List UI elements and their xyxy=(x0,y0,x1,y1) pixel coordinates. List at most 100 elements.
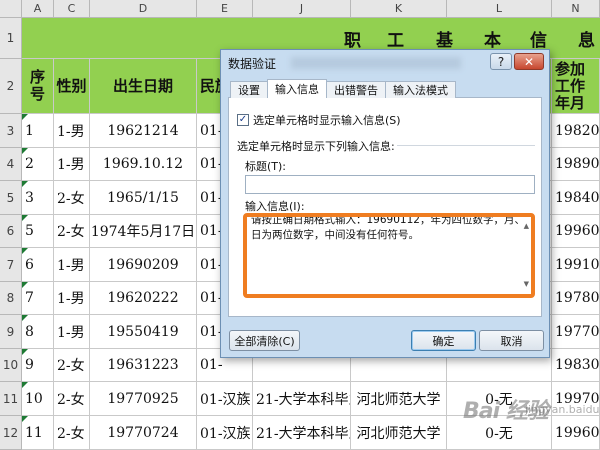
row-header[interactable]: 7 xyxy=(0,248,22,282)
column-header-c[interactable]: C xyxy=(54,0,90,18)
cell-work-year[interactable]: 199108 xyxy=(552,248,600,282)
cell-birth-date[interactable]: 19620222 xyxy=(90,282,197,315)
row-header[interactable]: 2 xyxy=(0,59,22,114)
cell-birth-date[interactable]: 19690209 xyxy=(90,248,197,282)
column-header-j[interactable]: J xyxy=(253,0,351,18)
cell-seq[interactable]: 5 xyxy=(22,215,54,248)
tab-input-message[interactable]: 输入信息 xyxy=(267,79,327,98)
row-header[interactable]: 1 xyxy=(0,18,22,59)
cell-seq[interactable]: 8 xyxy=(22,315,54,349)
cell-ethnic[interactable]: 01-汉族 xyxy=(197,416,253,450)
cell-gender[interactable]: 1-男 xyxy=(54,248,90,282)
column-header-k[interactable]: K xyxy=(351,0,447,18)
cell-gender[interactable]: 2-女 xyxy=(54,215,90,248)
cell-birth-date[interactable]: 19770724 xyxy=(90,416,197,450)
row-header[interactable]: 6 xyxy=(0,215,22,248)
cell-seq[interactable]: 6 xyxy=(22,248,54,282)
row-header[interactable]: 3 xyxy=(0,114,22,148)
tab-settings[interactable]: 设置 xyxy=(230,81,268,98)
cell-birth-date[interactable]: 19550419 xyxy=(90,315,197,349)
help-button[interactable]: ? xyxy=(490,53,512,70)
cell-school[interactable]: 河北师范大学 xyxy=(351,416,447,450)
header-birth[interactable]: 出生日期 xyxy=(90,59,197,114)
cell-work-year[interactable]: 198409 xyxy=(552,181,600,215)
cell-gender[interactable]: 1-男 xyxy=(54,114,90,148)
cell-seq[interactable]: 3 xyxy=(22,181,54,215)
title-field-label: 标题(T): xyxy=(245,160,287,173)
cell-gender[interactable]: 2-女 xyxy=(54,349,90,382)
row-header[interactable]: 10 xyxy=(0,349,22,382)
cell-birth-date[interactable]: 1965/1/15 xyxy=(90,181,197,215)
column-header-n[interactable]: N xyxy=(552,0,600,18)
cell-school[interactable]: 河北师范大学 xyxy=(351,382,447,416)
cell-work-year[interactable]: 198908 xyxy=(552,148,600,181)
cell-seq[interactable]: 1 xyxy=(22,114,54,148)
cell-gender[interactable]: 1-男 xyxy=(54,148,90,181)
header-gender[interactable]: 性别 xyxy=(54,59,90,114)
show-input-checkbox[interactable]: ✓ xyxy=(237,114,249,126)
close-button[interactable]: ✕ xyxy=(514,53,544,70)
header-work-year[interactable]: 参加工作年月 xyxy=(552,59,600,114)
cell-gender[interactable]: 1-男 xyxy=(54,315,90,349)
cell-seq[interactable]: 9 xyxy=(22,349,54,382)
cell-gender[interactable]: 2-女 xyxy=(54,181,90,215)
column-header-e[interactable]: E xyxy=(197,0,253,18)
cell-birth-date[interactable]: 19631223 xyxy=(90,349,197,382)
row-header[interactable]: 5 xyxy=(0,181,22,215)
cell-birth-date[interactable]: 1974年5月17日 xyxy=(90,215,197,248)
dialog-tabs: 设置 输入信息 出错警告 输入法模式 xyxy=(230,79,456,98)
tab-error-alert[interactable]: 出错警告 xyxy=(326,81,386,98)
cell-seq[interactable]: 2 xyxy=(22,148,54,181)
data-validation-dialog[interactable]: 数据验证 ? ✕ 设置 输入信息 出错警告 输入法模式 ✓ 选定单元格时显示输入… xyxy=(220,49,550,358)
cell-work-year[interactable]: 198209 xyxy=(552,114,600,148)
header-seq[interactable]: 序号 xyxy=(22,59,54,114)
error-indicator-icon xyxy=(22,148,28,154)
tab-ime-mode[interactable]: 输入法模式 xyxy=(385,81,456,98)
sheet-title-char: 本 xyxy=(484,31,501,51)
error-indicator-icon xyxy=(22,315,28,321)
cell-work-year[interactable]: 199608 xyxy=(552,215,600,248)
cell-work-year[interactable]: 198302 xyxy=(552,349,600,382)
cell-seq[interactable]: 11 xyxy=(22,416,54,450)
scroll-down-icon[interactable]: ▼ xyxy=(524,277,529,292)
row-header[interactable]: 11 xyxy=(0,382,22,416)
cell-gender[interactable]: 2-女 xyxy=(54,416,90,450)
sheet-title-char: 息 xyxy=(578,31,595,51)
section-divider xyxy=(397,145,535,146)
sheet-title-char: 基 xyxy=(436,31,453,51)
cell-seq[interactable]: 7 xyxy=(22,282,54,315)
column-header-l[interactable]: L xyxy=(447,0,552,18)
scroll-up-icon[interactable]: ▲ xyxy=(524,219,529,234)
error-indicator-icon xyxy=(22,416,28,422)
cell-education[interactable]: 21-大学本科毕业 xyxy=(253,382,351,416)
cell-gender[interactable]: 1-男 xyxy=(54,282,90,315)
cell-work-year[interactable]: 197709 xyxy=(552,315,600,349)
input-message-textarea[interactable]: 请按正确日期格式输入：19690112，年为四位数字，月、日为两位数字，中间没有… xyxy=(243,213,535,298)
show-input-message-option[interactable]: ✓ 选定单元格时显示输入信息(S) xyxy=(237,112,401,128)
cancel-button[interactable]: 取消 xyxy=(479,330,544,351)
row-header[interactable]: 12 xyxy=(0,416,22,450)
corner-select-all[interactable] xyxy=(0,0,22,18)
error-indicator-icon xyxy=(22,181,28,187)
cell-ethnic[interactable]: 01-汉族 xyxy=(197,382,253,416)
column-header-a[interactable]: A xyxy=(22,0,54,18)
input-message-text: 请按正确日期格式输入：19690112，年为四位数字，月、日为两位数字，中间没有… xyxy=(251,214,525,241)
cell-work-year[interactable]: 199608 xyxy=(552,416,600,450)
baidu-watermark-sub: jingyan.baidu.com xyxy=(525,403,600,416)
section-label: 选定单元格时显示下列输入信息: xyxy=(237,140,395,153)
title-input[interactable] xyxy=(245,175,535,194)
row-header[interactable]: 4 xyxy=(0,148,22,181)
show-input-checkbox-label: 选定单元格时显示输入信息(S) xyxy=(253,114,401,127)
row-header[interactable]: 8 xyxy=(0,282,22,315)
cell-gender[interactable]: 2-女 xyxy=(54,382,90,416)
cell-work-year[interactable]: 197808 xyxy=(552,282,600,315)
clear-all-button[interactable]: 全部清除(C) xyxy=(229,330,300,351)
column-header-d[interactable]: D xyxy=(90,0,197,18)
cell-birth-date[interactable]: 19770925 xyxy=(90,382,197,416)
ok-button[interactable]: 确定 xyxy=(411,330,476,351)
cell-education[interactable]: 21-大学本科毕业 xyxy=(253,416,351,450)
row-header[interactable]: 9 xyxy=(0,315,22,349)
cell-birth-date[interactable]: 19621214 xyxy=(90,114,197,148)
cell-seq[interactable]: 10 xyxy=(22,382,54,416)
cell-birth-date[interactable]: 1969.10.12 xyxy=(90,148,197,181)
